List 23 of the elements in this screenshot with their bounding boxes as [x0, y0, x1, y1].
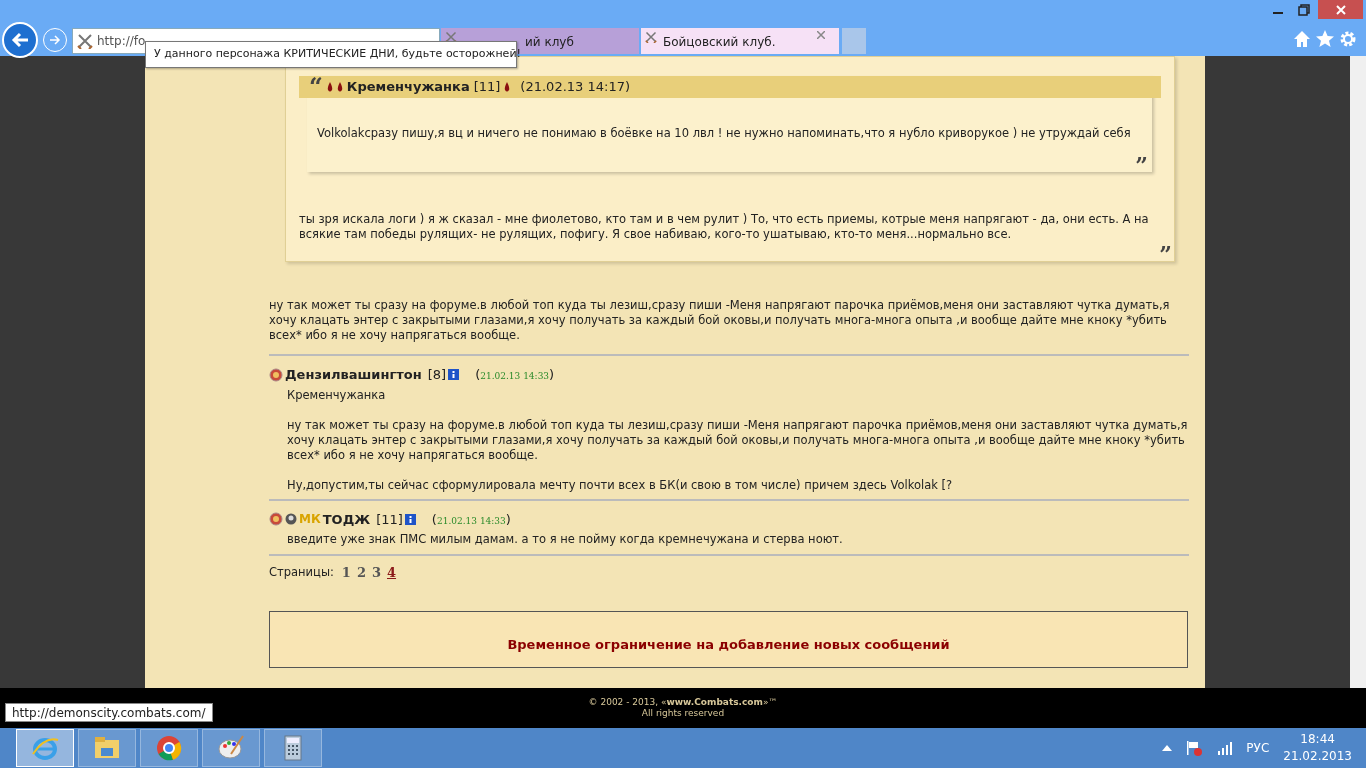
- copyright-text: All rights reserved: [641, 708, 725, 719]
- user-level: [8]: [427, 366, 447, 384]
- user-level: [11]: [376, 510, 403, 529]
- quote-mark: ”: [1159, 243, 1172, 265]
- post-text: ну так может ты сразу на форуме.в любой топ куда ты лезиш,сразу пиши -Меня напрягают парочка приёмов,меня они заставляют чутка думать,я хочу клацать энтер с закрытыми глазами,я хочу получать за каждый бой оковы,и получать многа-многа опыта ,и вообще дайте мне кноку *убить всех* ибо я не хочу напрягаться вообще.: [269, 298, 1171, 343]
- post-text: Кременчужанка: [287, 387, 387, 403]
- post-date: (21.02.13 14:17): [520, 78, 630, 97]
- copyright-text: © 2002 - 2013, «www.Combats.com»™: [588, 697, 778, 708]
- pages-label: Страницы:: [269, 564, 334, 582]
- address-text: http://fo: [97, 33, 146, 50]
- quote-mark: “: [309, 75, 323, 99]
- post-text: Ну,допустим,ты сейчас сформулировала мечту почти всех в БК(и свою в том числе) причем здесь Volkolak [?: [287, 477, 954, 493]
- post-text: введите уже знак ПМС милым дамам. а то я не пойму когда кремнечужана и стерва ноют.: [287, 532, 844, 547]
- notice-text: Временное ограничение на добавление новых сообщений: [269, 610, 1188, 668]
- quote-mark: ”: [1135, 154, 1148, 176]
- rank-label: МК: [299, 511, 321, 529]
- status-url: http://demonscity.combats.com/: [5, 703, 213, 722]
- quote-text: Volkolakсразу пишу,я вц и ничего не понимаю в боёвке на 10 лвл ! не нужно напоминать,что я нубло криворукое ) не утруждай себя: [316, 125, 1132, 141]
- user-level: [11]: [473, 78, 501, 97]
- post-date: (21.02.13 14:33): [431, 510, 511, 529]
- quote-text: ты зря искала логи ) я ж сказал - мне фиолетово, кто там и в чем рулит ) То, что есть приемы, котрые меня напрягают - да, они есть. А на всякие там победы рулящих- не рулящих, пофигу. Я свое набиваю, кого-то ушатываю, кто-то меня...нормально все.: [299, 211, 1150, 242]
- post-date: (21.02.13 14:33): [475, 366, 555, 384]
- post-text: ну так может ты сразу на форуме.в любой топ куда ты лезиш,сразу пиши -Меня напрягают парочка приёмов,меня они заставляют чутка думать,я хочу клацать энтер с закрытыми глазами,я хочу получать за каждый бой оковы,и получать многа-многа опыта ,и вообще дайте мне кноку *убить всех* ибо я не хочу напрягаться вообще.: [287, 417, 1189, 463]
